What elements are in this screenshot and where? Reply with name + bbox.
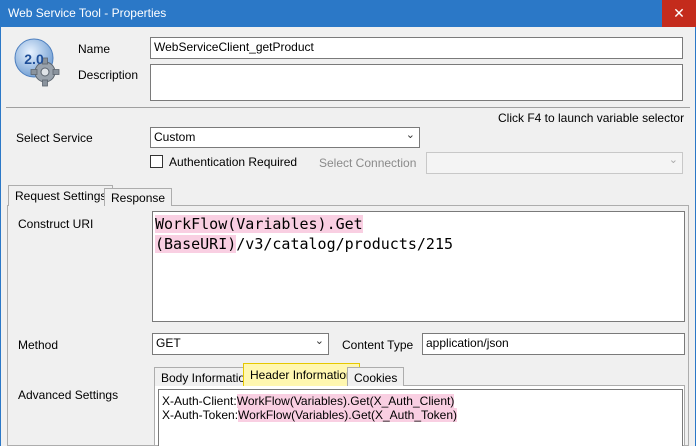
tab-response-label: Response bbox=[111, 191, 166, 205]
name-field[interactable]: WebServiceClient_getProduct bbox=[150, 37, 683, 59]
select-connection-dropdown[interactable]: ⌄ bbox=[426, 152, 683, 174]
method-value: GET bbox=[156, 336, 181, 350]
description-field[interactable] bbox=[150, 64, 683, 101]
select-service-label: Select Service bbox=[16, 131, 93, 145]
chevron-down-icon: ⌄ bbox=[405, 129, 415, 141]
variable-selector-hint: Click F4 to launch variable selector bbox=[498, 111, 685, 125]
authentication-checkbox[interactable] bbox=[150, 155, 163, 168]
tab-body-information-label: Body Information bbox=[161, 371, 252, 385]
window-border-left bbox=[0, 27, 1, 446]
content-type-field[interactable]: application/json bbox=[422, 333, 685, 355]
tab-header-information[interactable]: Header Information bbox=[243, 363, 360, 386]
close-button[interactable]: ✕ bbox=[662, 0, 696, 27]
tab-request-settings[interactable]: Request Settings bbox=[8, 185, 114, 206]
authentication-label: Authentication Required bbox=[169, 155, 298, 169]
header-key: X-Auth-Client: bbox=[162, 394, 237, 408]
uri-path: /v3/catalog/products/215 bbox=[236, 235, 454, 253]
window-title: Web Service Tool - Properties bbox=[8, 6, 167, 20]
select-service-dropdown[interactable]: Custom ⌄ bbox=[150, 127, 420, 148]
description-label: Description bbox=[78, 68, 139, 82]
construct-uri-label: Construct URI bbox=[18, 217, 94, 231]
header-value: WorkFlow(Variables).Get(X_Auth_Client) bbox=[236, 394, 455, 408]
uri-variable-part2: (BaseURI) bbox=[155, 235, 237, 253]
method-dropdown[interactable]: GET ⌄ bbox=[152, 333, 329, 355]
tab-cookies[interactable]: Cookies bbox=[347, 367, 405, 386]
title-bar: Web Service Tool - Properties ✕ bbox=[0, 0, 696, 27]
uri-variable-part1: WorkFlow(Variables).Get bbox=[155, 215, 363, 233]
header-row: X-Auth-Client:WorkFlow(Variables).Get(X_… bbox=[162, 394, 679, 408]
select-service-value: Custom bbox=[154, 130, 196, 144]
tab-cookies-label: Cookies bbox=[354, 371, 398, 385]
chevron-down-icon: ⌄ bbox=[668, 154, 678, 166]
header-information-field[interactable]: X-Auth-Client:WorkFlow(Variables).Get(X_… bbox=[158, 389, 683, 446]
header-row: X-Auth-Token:WorkFlow(Variables).Get(X_A… bbox=[162, 408, 679, 422]
content-type-label: Content Type bbox=[342, 338, 414, 352]
construct-uri-field[interactable]: WorkFlow(Variables).Get (BaseURI)/v3/cat… bbox=[152, 211, 685, 322]
content-type-value: application/json bbox=[426, 336, 509, 350]
name-label: Name bbox=[78, 42, 111, 56]
tab-header-information-label: Header Information bbox=[250, 368, 353, 382]
tab-request-settings-label: Request Settings bbox=[15, 189, 107, 203]
chevron-down-icon: ⌄ bbox=[314, 335, 324, 347]
header-key: X-Auth-Token: bbox=[162, 408, 239, 422]
select-connection-label: Select Connection bbox=[319, 156, 417, 170]
separator bbox=[6, 107, 690, 108]
advanced-settings-label: Advanced Settings bbox=[18, 388, 119, 402]
tab-response[interactable]: Response bbox=[104, 188, 173, 206]
icon-version-label: 2.0 bbox=[24, 51, 44, 67]
close-icon: ✕ bbox=[673, 5, 685, 21]
web-service-gear-icon: 2.0 bbox=[14, 38, 64, 88]
method-label: Method bbox=[18, 338, 59, 352]
name-value: WebServiceClient_getProduct bbox=[154, 40, 314, 54]
header-value: WorkFlow(Variables).Get(X_Auth_Token) bbox=[238, 408, 458, 422]
